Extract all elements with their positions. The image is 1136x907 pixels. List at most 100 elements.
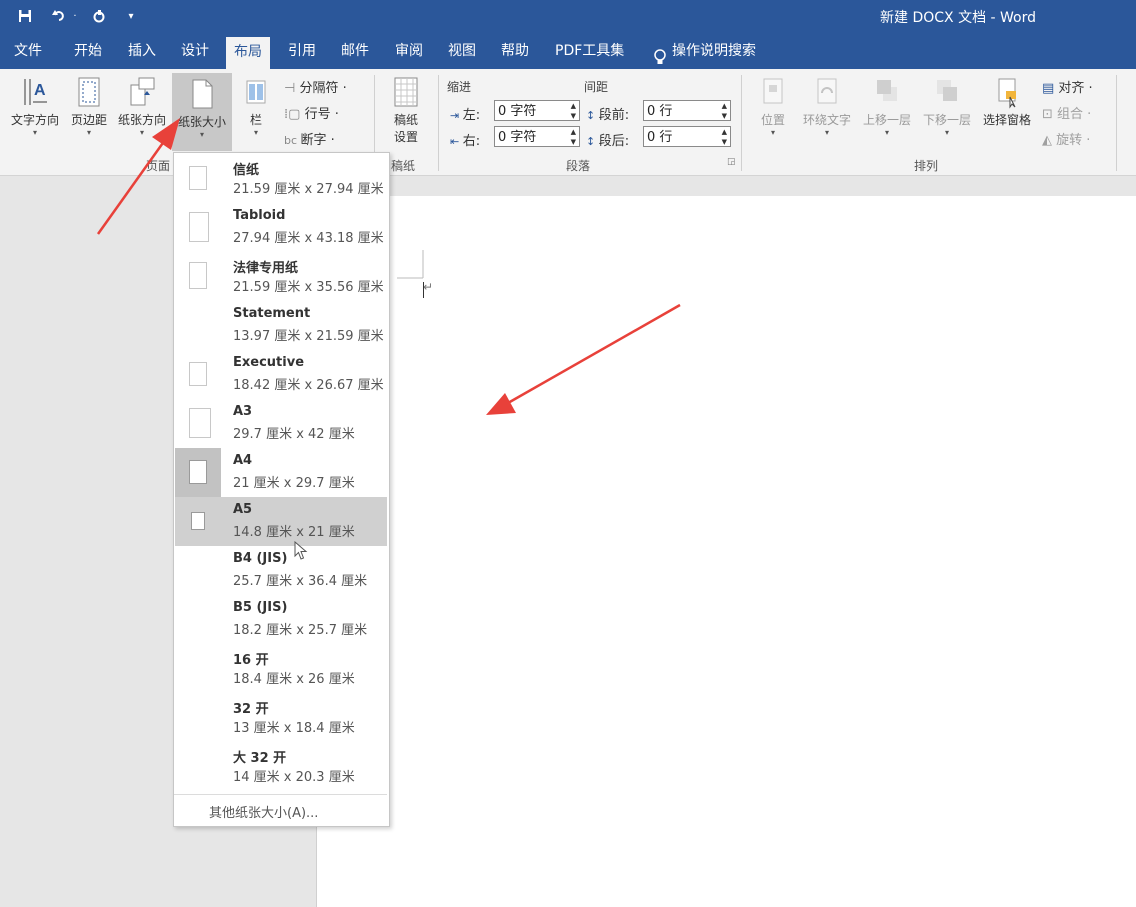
more-paper-sizes-link[interactable]: 其他纸张大小(A)... (209, 802, 318, 821)
spacing-after-input[interactable]: 0 行 ▲ ▼ (643, 126, 731, 147)
group-objects-button[interactable]: ⊡ 组合 · (1042, 103, 1091, 122)
save-icon[interactable] (16, 6, 34, 26)
line-numbers-button[interactable]: ⁞▢ 行号 · (284, 103, 339, 122)
spinner-arrows-icon[interactable]: ▲ ▼ (722, 101, 727, 121)
align-label: 对齐 · (1058, 81, 1093, 96)
dialog-launcher-icon[interactable]: ◲ (727, 157, 736, 167)
indent-label: 缩进 (447, 80, 472, 94)
columns-button[interactable]: 栏 ▾ (240, 75, 272, 137)
paper-size-a5[interactable]: A5 14.8 厘米 x 21 厘米 (175, 497, 387, 560)
paper-size-big-32k[interactable]: 大 32 开 14 厘米 x 20.3 厘米 (175, 742, 387, 791)
tab-review[interactable]: 审阅 (387, 33, 431, 69)
align-button[interactable]: ▤ 对齐 · (1042, 77, 1093, 96)
tab-design[interactable]: 设计 (173, 33, 217, 69)
indent-right-text: 右: (462, 134, 481, 149)
paper-size-a4[interactable]: A4 21 厘米 x 29.7 厘米 (175, 448, 387, 497)
paper-size-executive[interactable]: Executive 18.42 厘米 x 26.67 厘米 (175, 350, 387, 399)
paper-size-statement[interactable]: Statement 13.97 厘米 x 21.59 厘米 (175, 301, 387, 350)
redo-icon[interactable] (90, 6, 108, 26)
paper-size-name: A4 (233, 453, 253, 468)
bring-forward-button[interactable]: 上移一层 ▾ (858, 75, 916, 137)
paper-thumbnail (189, 262, 207, 289)
align-icon: ▤ (1042, 81, 1059, 96)
hyphenation-label: 断字 · (300, 133, 335, 148)
spinner-arrows-icon[interactable]: ▲ ▼ (571, 101, 576, 121)
breaks-button[interactable]: ⊣ 分隔符 · (284, 77, 347, 96)
group-divider (741, 75, 742, 171)
tab-insert[interactable]: 插入 (120, 33, 164, 69)
chevron-down-icon: ▾ (139, 128, 144, 137)
spacing-before-label: ↕ 段前: (586, 104, 629, 123)
document-canvas[interactable]: ↵ (0, 176, 1136, 907)
paper-size-name: Tabloid (233, 208, 286, 223)
tab-layout[interactable]: 布局 (226, 37, 270, 69)
tab-view[interactable]: 视图 (440, 33, 484, 69)
margins-button[interactable]: 页边距 ▾ (66, 75, 112, 137)
customize-qat-icon[interactable]: ▾ (124, 6, 138, 26)
paper-size-legal[interactable]: 法律专用纸 21.59 厘米 x 35.56 厘米 (175, 252, 387, 301)
bring-forward-icon (873, 75, 901, 109)
chevron-down-icon: ▾ (944, 128, 949, 137)
size-button[interactable]: 纸张大小 ▾ (172, 73, 232, 151)
tab-help[interactable]: 帮助 (493, 33, 537, 69)
send-backward-button[interactable]: 下移一层 ▾ (918, 75, 976, 137)
orientation-icon (128, 75, 156, 109)
undo-dropdown-icon[interactable]: · (70, 6, 80, 26)
tab-references[interactable]: 引用 (280, 33, 324, 69)
tab-file[interactable]: 文件 (6, 33, 50, 69)
rotate-button[interactable]: ◭ 旋转 · (1042, 129, 1090, 148)
paper-size-b4-jis[interactable]: B4 (JIS) 25.7 厘米 x 36.4 厘米 (175, 546, 387, 595)
columns-label: 栏 (249, 113, 262, 127)
tab-home[interactable]: 开始 (66, 33, 110, 69)
text-direction-button[interactable]: A 文字方向 ▾ (6, 75, 64, 137)
selection-pane-label: 选择窗格 (982, 113, 1031, 127)
orientation-button[interactable]: 纸张方向 ▾ (114, 75, 170, 137)
draft-group-label: 稿纸 (391, 159, 416, 173)
paper-size-letter[interactable]: 信纸 21.59 厘米 x 27.94 厘米 (175, 154, 387, 203)
undo-icon[interactable] (50, 6, 68, 26)
paper-size-dimensions: 29.7 厘米 x 42 厘米 (233, 427, 355, 442)
paper-size-b5-jis[interactable]: B5 (JIS) 18.2 厘米 x 25.7 厘米 (175, 595, 387, 644)
wrap-text-button[interactable]: 环绕文字 ▾ (798, 75, 856, 137)
tell-me-search[interactable]: 操作说明搜索 (646, 33, 764, 69)
spinner-arrows-icon[interactable]: ▲ ▼ (571, 127, 576, 147)
position-label: 位置 (760, 113, 785, 127)
send-backward-icon (933, 75, 961, 109)
paper-size-dimensions: 21.59 厘米 x 27.94 厘米 (233, 182, 384, 197)
draft-setup-button[interactable]: 稿纸 设置 (384, 75, 428, 145)
selection-pane-button[interactable]: 选择窗格 (978, 75, 1036, 128)
tab-pdf-tools[interactable]: PDF工具集 (547, 33, 632, 69)
paper-size-dimensions: 27.94 厘米 x 43.18 厘米 (233, 231, 384, 246)
paper-size-dimensions: 25.7 厘米 x 36.4 厘米 (233, 574, 368, 589)
rotate-icon: ◭ (1042, 133, 1057, 148)
spacing-before-input[interactable]: 0 行 ▲ ▼ (643, 100, 731, 121)
paper-size-name: 16 开 (233, 653, 269, 668)
breaks-label: 分隔符 · (299, 81, 347, 96)
paper-size-dimensions: 21.59 厘米 x 35.56 厘米 (233, 280, 384, 295)
paper-size-a3[interactable]: A3 29.7 厘米 x 42 厘米 (175, 399, 387, 448)
hyphenation-button[interactable]: bc 断字 · (284, 129, 335, 148)
draft-label-line2: 设置 (393, 130, 418, 144)
paper-size-16k[interactable]: 16 开 18.4 厘米 x 26 厘米 (175, 644, 387, 693)
paper-size-name: 32 开 (233, 702, 269, 717)
group-divider (1116, 75, 1117, 171)
indent-right-label: ⇤ 右: (450, 130, 480, 149)
document-page[interactable]: ↵ (317, 196, 1136, 907)
tab-mailings[interactable]: 邮件 (333, 33, 377, 69)
paragraph-mark-icon: ↵ (423, 280, 434, 294)
indent-left-input[interactable]: 0 字符 ▲ ▼ (494, 100, 580, 121)
paper-size-tabloid[interactable]: Tabloid 27.94 厘米 x 43.18 厘米 (175, 203, 387, 252)
indent-right-input[interactable]: 0 字符 ▲ ▼ (494, 126, 580, 147)
paper-size-32k[interactable]: 32 开 13 厘米 x 18.4 厘米 (175, 693, 387, 742)
paper-size-dimensions: 18.4 厘米 x 26 厘米 (233, 672, 355, 687)
svg-text:A: A (34, 82, 46, 99)
spinner-arrows-icon[interactable]: ▲ ▼ (722, 127, 727, 147)
paper-size-name: B5 (JIS) (233, 600, 288, 615)
chevron-down-icon: ▾ (770, 128, 775, 137)
paper-thumbnail (191, 512, 205, 530)
text-direction-icon: A (21, 75, 49, 109)
position-button[interactable]: 位置 ▾ (756, 75, 790, 137)
paper-size-name: 大 32 开 (233, 751, 287, 766)
page-setup-group-label: 页面 (146, 159, 171, 173)
spacing-after-text: 段后: (598, 134, 630, 149)
